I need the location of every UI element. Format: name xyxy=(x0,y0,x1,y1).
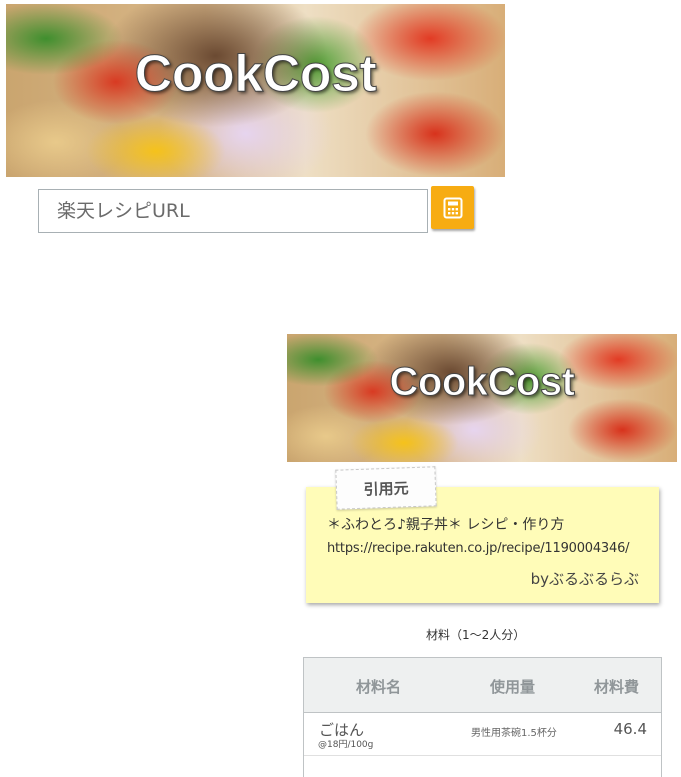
ingredients-table: 材料名 使用量 材料費 ごはん @18円/100g 男性用茶碗1.5杯分 46.… xyxy=(303,657,662,777)
header-amount: 使用量 xyxy=(490,678,536,696)
ingredient-amount: 男性用茶碗1.5杯分 xyxy=(471,728,557,739)
hero-banner: CookCost xyxy=(6,4,505,177)
recipe-url-field[interactable] xyxy=(38,189,428,233)
table-row: ごはん @18円/100g 男性用茶碗1.5杯分 46.4 xyxy=(304,713,661,756)
header-name: 材料名 xyxy=(356,678,402,696)
recipe-url-link[interactable]: https://recipe.rakuten.co.jp/recipe/1190… xyxy=(327,541,630,556)
calculator-icon xyxy=(443,197,462,218)
app-logo: CookCost xyxy=(134,45,377,104)
calculate-button[interactable] xyxy=(431,186,474,229)
header-cost: 材料費 xyxy=(594,678,640,696)
source-tag: 引用元 xyxy=(335,466,437,510)
ingredients-heading: 材料（1〜2人分） xyxy=(426,628,526,642)
ingredient-unit-price: @18円/100g xyxy=(318,740,374,750)
table-row xyxy=(304,756,661,777)
recipe-title-link[interactable]: ＊ふわとろ♪親子丼＊ レシピ・作り方 xyxy=(327,514,564,534)
recipe-author: byぶるぶるらぶ xyxy=(530,570,639,588)
result-app-logo: CookCost xyxy=(389,360,575,405)
ingredient-cost: 46.4 xyxy=(613,720,647,738)
recipe-url-input[interactable] xyxy=(39,190,427,232)
table-header: 材料名 使用量 材料費 xyxy=(304,658,661,713)
result-hero-banner: CookCost xyxy=(287,334,677,462)
